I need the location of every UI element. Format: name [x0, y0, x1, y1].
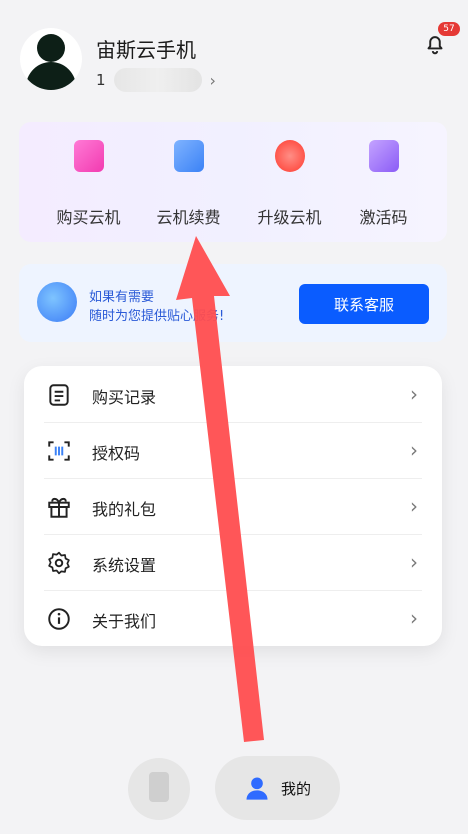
chevron-right-icon: › — [209, 70, 216, 90]
action-label: 云机续费 — [156, 208, 221, 227]
support-line-1: 如果有需要 — [89, 290, 155, 305]
gear-icon — [48, 551, 70, 575]
menu-item-purchase-records[interactable]: 购买记录 › — [24, 366, 442, 422]
menu-item-settings[interactable]: 系统设置 › — [24, 534, 442, 590]
action-label: 激活码 — [359, 208, 408, 227]
action-label: 升级云机 — [257, 208, 322, 227]
card-icon — [174, 140, 204, 172]
gift-icon — [48, 497, 70, 518]
user-name: 宙斯云手机 — [96, 38, 196, 62]
action-upgrade[interactable]: 升级云机 — [237, 122, 342, 242]
avatar-body — [26, 62, 76, 90]
avatar[interactable] — [20, 28, 82, 90]
phone-prefix: 1 — [96, 71, 106, 89]
support-line-2: 随时为您提供贴心服务! — [89, 309, 225, 324]
activation-icon — [369, 140, 399, 172]
person-icon — [246, 777, 268, 800]
support-card: 如果有需要 随时为您提供贴心服务! 联系客服 — [19, 264, 447, 342]
chevron-right-icon: › — [410, 550, 418, 574]
support-text: 如果有需要 随时为您提供贴心服务! — [89, 288, 224, 326]
menu-label: 购买记录 — [92, 388, 157, 407]
action-activation-code[interactable]: 激活码 — [331, 122, 436, 242]
avatar-head — [37, 34, 65, 62]
chevron-right-icon: › — [410, 494, 418, 518]
action-renew[interactable]: 云机续费 — [136, 122, 241, 242]
phone-blurred — [113, 68, 202, 92]
bag-icon — [74, 140, 104, 172]
headset-icon — [37, 282, 77, 322]
list-icon — [49, 384, 69, 406]
info-icon — [48, 608, 70, 630]
chevron-right-icon: › — [410, 606, 418, 630]
phone-icon — [149, 772, 169, 802]
quick-actions: 购买云机 云机续费 升级云机 激活码 — [19, 122, 447, 242]
menu-item-about[interactable]: 关于我们 › — [24, 590, 442, 646]
upgrade-icon — [275, 140, 305, 172]
action-label: 购买云机 — [56, 208, 121, 227]
contact-support-button[interactable]: 联系客服 — [299, 284, 429, 324]
nav-mine-label: 我的 — [281, 780, 312, 798]
notification-badge: 57 — [438, 22, 460, 36]
menu-label: 系统设置 — [92, 556, 157, 575]
menu-item-gift[interactable]: 我的礼包 › — [24, 478, 442, 534]
scan-code-icon — [48, 441, 70, 461]
menu-item-auth-code[interactable]: 授权码 › — [24, 422, 442, 478]
chevron-right-icon: › — [410, 382, 418, 406]
menu-label: 我的礼包 — [92, 500, 157, 519]
menu-list: 购买记录 › 授权码 › 我的礼包 › 系统设置 › 关于我们 › — [24, 366, 442, 646]
account-row[interactable]: 1 › — [96, 66, 216, 94]
nav-mine[interactable]: 我的 — [215, 756, 340, 820]
nav-cloud-phone[interactable] — [128, 758, 190, 820]
chevron-right-icon: › — [410, 438, 418, 462]
menu-label: 授权码 — [92, 444, 141, 463]
menu-label: 关于我们 — [92, 612, 157, 631]
action-buy[interactable]: 购买云机 — [36, 122, 141, 242]
